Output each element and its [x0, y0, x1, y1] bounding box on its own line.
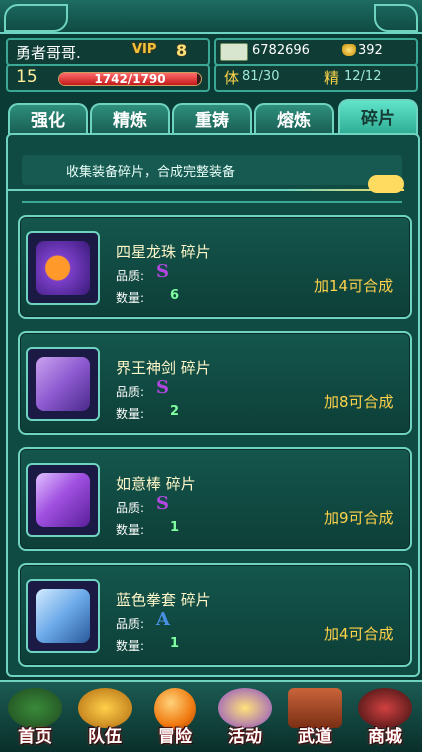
nav-home[interactable]: 首页: [0, 686, 70, 750]
fragment-list-panel: 收集装备碎片，合成完整装备 四星龙珠 碎片 品质: S 数量: 6 加14可合成…: [6, 133, 420, 677]
fragment-item[interactable]: 界王神剑 碎片 品质: S 数量: 2 加8可合成: [18, 331, 412, 435]
bottom-nav: 首页 队伍 冒险 活动 武道 商城: [0, 680, 422, 752]
nav-label: 队伍: [88, 727, 122, 747]
hint-text: 收集装备碎片，合成完整装备: [66, 165, 236, 180]
fragment-name: 蓝色拳套 碎片: [116, 591, 211, 609]
merge-requirement: 加8可合成: [324, 393, 394, 411]
nimbus-cloud-icon: [368, 175, 404, 193]
vip-level: 8: [176, 41, 188, 60]
quality-badge: A: [156, 609, 170, 630]
quantity-label: 数量:: [116, 407, 145, 421]
hint-underline: [8, 189, 404, 191]
dragonball-fragment-icon: [36, 241, 90, 295]
gauntlet-fragment-icon: [36, 589, 90, 643]
nav-label: 活动: [228, 727, 262, 747]
quantity-label: 数量:: [116, 639, 145, 653]
money-amount: 6782696: [252, 43, 310, 58]
quality-label: 品质:: [116, 617, 145, 631]
quantity-value: 2: [170, 404, 180, 419]
gold-amount: 392: [358, 43, 383, 58]
tab-refine[interactable]: 精炼: [90, 103, 170, 137]
stamina-label: 体: [224, 69, 240, 87]
gold-ingot-icon: [342, 44, 356, 56]
currency-panel[interactable]: 6782696 392: [214, 38, 418, 66]
quantity-value: 1: [170, 636, 180, 651]
spirit-value: 12/12: [344, 69, 382, 84]
quality-label: 品质:: [116, 269, 145, 283]
quality-badge: S: [156, 377, 169, 398]
player-level: 15: [16, 67, 38, 87]
spirit-label: 精: [324, 69, 340, 87]
hint-banner: 收集装备碎片，合成完整装备: [22, 155, 402, 185]
nav-label: 武道: [298, 727, 332, 747]
nav-label: 首页: [18, 727, 52, 747]
quality-label: 品质:: [116, 501, 145, 515]
nav-team[interactable]: 队伍: [70, 686, 140, 750]
money-icon: [220, 43, 248, 61]
quantity-value: 6: [170, 288, 180, 303]
fragment-name: 界王神剑 碎片: [116, 359, 211, 377]
fragment-item[interactable]: 如意棒 碎片 品质: S 数量: 1 加9可合成: [18, 447, 412, 551]
cloud-ornament-right: [374, 4, 418, 32]
quantity-value: 1: [170, 520, 180, 535]
nav-adventure[interactable]: 冒险: [140, 686, 210, 750]
exp-text: 1742/1790: [94, 72, 166, 86]
energy-panel: 体 81/30 精 12/12: [214, 64, 418, 92]
fragment-item[interactable]: 四星龙珠 碎片 品质: S 数量: 6 加14可合成: [18, 215, 412, 319]
tab-fragments[interactable]: 碎片: [338, 99, 418, 137]
player-name-panel[interactable]: 勇者哥哥. VIP 8: [6, 38, 210, 66]
top-title-bar: [0, 0, 422, 34]
merge-requirement: 加9可合成: [324, 509, 394, 527]
fragment-icon-frame: [26, 463, 100, 537]
fragment-name: 四星龙珠 碎片: [116, 243, 211, 261]
quantity-label: 数量:: [116, 523, 145, 537]
sword-fragment-icon: [36, 357, 90, 411]
fragment-icon-frame: [26, 579, 100, 653]
nav-events[interactable]: 活动: [210, 686, 280, 750]
fragment-icon-frame: [26, 347, 100, 421]
quantity-label: 数量:: [116, 291, 145, 305]
vip-label: VIP: [132, 42, 157, 57]
cloud-ornament-left: [4, 4, 68, 32]
nav-label: 商城: [368, 727, 402, 747]
level-panel: 15 1742/1790: [6, 64, 210, 92]
tab-smelt[interactable]: 熔炼: [254, 103, 334, 137]
nav-martial-arts[interactable]: 武道: [280, 686, 350, 750]
vip-badge: VIP 8: [132, 41, 192, 60]
staff-fragment-icon: [36, 473, 90, 527]
fragment-item[interactable]: 蓝色拳套 碎片 品质: A 数量: 1 加4可合成: [18, 563, 412, 667]
section-divider: [22, 201, 402, 203]
player-name: 勇者哥哥.: [16, 44, 81, 62]
merge-requirement: 加4可合成: [324, 625, 394, 643]
tab-reforge[interactable]: 重铸: [172, 103, 252, 137]
quality-badge: S: [156, 493, 169, 514]
tab-strengthen[interactable]: 强化: [8, 103, 88, 137]
nav-label: 冒险: [158, 727, 192, 747]
fragment-name: 如意棒 碎片: [116, 475, 196, 493]
fragment-icon-frame: [26, 231, 100, 305]
quality-label: 品质:: [116, 385, 145, 399]
exp-bar: 1742/1790: [58, 72, 202, 86]
nav-shop[interactable]: 商城: [350, 686, 420, 750]
stamina-value: 81/30: [242, 69, 280, 84]
merge-requirement: 加14可合成: [314, 277, 394, 295]
quality-badge: S: [156, 261, 169, 282]
